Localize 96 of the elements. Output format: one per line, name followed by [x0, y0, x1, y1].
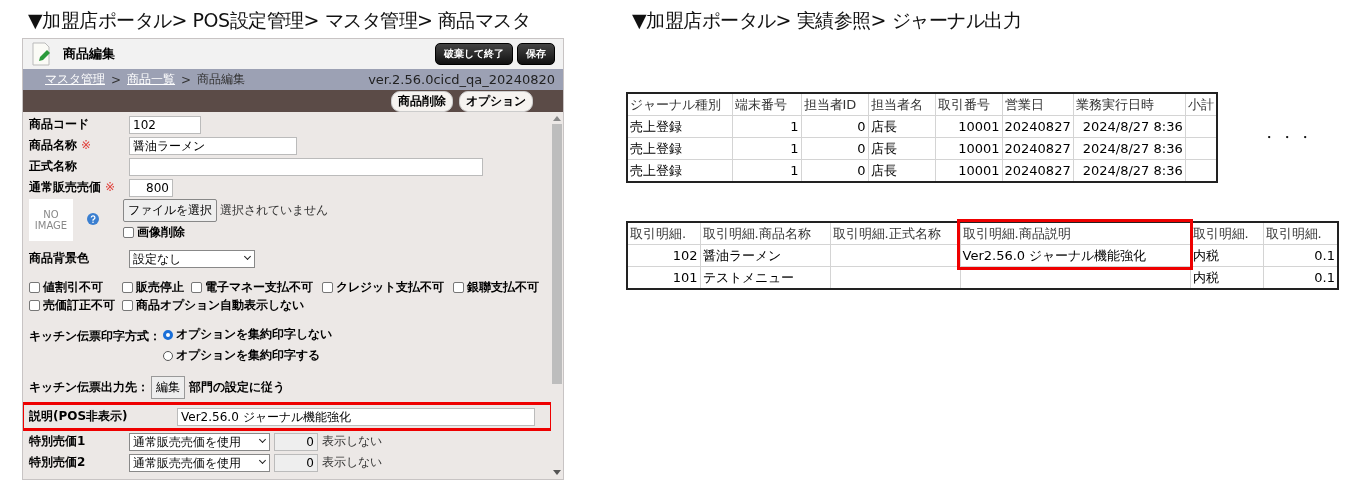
- checkbox[interactable]: [29, 300, 40, 311]
- table-cell: 店長: [868, 137, 935, 160]
- table-cell: 売上登録: [627, 159, 732, 182]
- checkbox[interactable]: [191, 282, 202, 293]
- checkbox-label: 値割引不可: [43, 279, 103, 296]
- column-header: 取引明細.: [1190, 222, 1263, 245]
- toolbar-button[interactable]: 商品削除: [391, 90, 453, 112]
- radio-button[interactable]: [163, 350, 173, 361]
- field-label: 商品コード: [29, 116, 90, 133]
- radio-button[interactable]: [163, 329, 173, 340]
- input-field[interactable]: Ver2.56.0 ジャーナル機能強化: [177, 407, 535, 426]
- checkbox-label: 銀聯支払不可: [467, 279, 539, 296]
- table-cell: 2024/8/27 8:36: [1073, 137, 1186, 160]
- column-header: 取引明細.商品名称: [700, 222, 830, 245]
- field-label: キッチン伝票出力先：: [29, 379, 150, 396]
- checkbox[interactable]: [122, 300, 133, 311]
- field-label: 商品背景色: [29, 250, 90, 267]
- table-cell: 10001: [935, 137, 1002, 160]
- column-header: 取引明細.: [627, 222, 700, 245]
- edit-button[interactable]: 編集: [151, 376, 185, 399]
- breadcrumb-separator: >: [111, 72, 122, 87]
- section-caption: ▼加盟店ポータル> 実績参照> ジャーナル出力: [631, 8, 1023, 33]
- column-header: 担当者ID: [801, 93, 868, 116]
- dropdown[interactable]: 設定なし: [129, 249, 255, 268]
- column-header: 担当者名: [868, 93, 935, 116]
- field-label: 特別売価1: [29, 433, 87, 450]
- table-cell: 内税: [1190, 244, 1263, 267]
- field-label: 商品名称 ※: [29, 137, 93, 154]
- column-header: ジャーナル種別: [627, 93, 732, 116]
- breadcrumb-separator: >: [181, 72, 192, 87]
- checkbox-label: 商品オプション自動表示しない: [136, 297, 304, 314]
- table-cell: 10001: [935, 115, 1002, 138]
- table-cell: 醤油ラーメン: [700, 244, 830, 267]
- column-header: 端末番号: [732, 93, 801, 116]
- continuation-dots: ・・・: [1262, 128, 1317, 147]
- input-field[interactable]: 醤油ラーメン: [129, 136, 297, 155]
- radio-label: オプションを集約印字する: [176, 347, 320, 364]
- table-cell: 20240827: [1002, 115, 1074, 138]
- table-cell: 20240827: [1002, 137, 1074, 160]
- radio-label: オプションを集約印字しない: [176, 326, 332, 343]
- dropdown[interactable]: 通常販売売価を使用: [129, 432, 270, 451]
- required-mark: ※: [81, 138, 92, 152]
- table-cell: 0: [801, 115, 868, 138]
- window-title: 商品編集: [63, 45, 115, 63]
- table-cell: 102: [627, 244, 700, 267]
- table-cell: 店長: [868, 159, 935, 182]
- header-button[interactable]: 破棄して終了: [435, 43, 513, 65]
- display-note: 表示しない: [322, 433, 382, 450]
- no-image-text: NO IMAGE: [33, 209, 69, 231]
- table-cell: 20240827: [1002, 159, 1074, 182]
- checkbox-label: 画像削除: [137, 224, 185, 241]
- input-field[interactable]: 800: [129, 178, 173, 197]
- breadcrumb-current: 商品編集: [197, 71, 246, 88]
- amount-field[interactable]: 0: [274, 453, 318, 472]
- checkbox[interactable]: [453, 282, 464, 293]
- checkbox-label: 売価訂正不可: [43, 297, 115, 314]
- column-header: 取引番号: [935, 93, 1002, 116]
- column-header: 営業日: [1002, 93, 1074, 116]
- checkbox-label: クレジット支払不可: [336, 279, 444, 296]
- file-status-text: 選択されていません: [220, 202, 328, 219]
- checkbox[interactable]: [122, 282, 133, 293]
- checkbox[interactable]: [322, 282, 333, 293]
- table-cell: 売上登録: [627, 137, 732, 160]
- checkbox-label: 販売停止: [136, 279, 184, 296]
- table-cell: 0: [801, 137, 868, 160]
- file-select-button[interactable]: ファイルを選択: [123, 199, 217, 222]
- toolbar-button[interactable]: オプション: [459, 90, 533, 112]
- table-cell: 1: [732, 137, 801, 160]
- field-label: 通常販売売価 ※: [29, 179, 117, 196]
- input-field[interactable]: 102: [129, 115, 201, 134]
- field-label: 正式名称: [29, 158, 78, 175]
- table-cell: 店長: [868, 115, 935, 138]
- table-cell: 1: [732, 115, 801, 138]
- checkbox[interactable]: [123, 227, 134, 238]
- checkbox-label: 電子マネー支払不可: [205, 279, 313, 296]
- scroll-thumb[interactable]: [552, 124, 562, 384]
- setting-note: 部門の設定に従う: [189, 379, 285, 396]
- display-note: 表示しない: [322, 454, 382, 471]
- help-icon: [87, 213, 99, 225]
- amount-field[interactable]: 0: [274, 432, 318, 451]
- section-caption: ▼加盟店ポータル> POS設定管理> マスタ管理> 商品マスタ: [27, 8, 532, 33]
- required-mark: ※: [105, 180, 116, 194]
- scroll-down-icon: [553, 470, 561, 475]
- table-cell: 売上登録: [627, 115, 732, 138]
- field-label: キッチン伝票印字方式：: [29, 328, 162, 345]
- header-button[interactable]: 保存: [517, 43, 555, 65]
- field-label: 特別売価2: [29, 454, 87, 471]
- table-cell: 2024/8/27 8:36: [1073, 115, 1186, 138]
- edit-document-icon: [31, 42, 53, 66]
- field-label: 説明(POS非表示): [29, 408, 129, 425]
- dropdown[interactable]: 通常販売売価を使用: [129, 453, 270, 472]
- checkbox[interactable]: [29, 282, 40, 293]
- column-header: 業務実行日時: [1073, 93, 1186, 116]
- input-field[interactable]: [129, 157, 483, 176]
- column-header: 取引明細.正式名称: [830, 222, 960, 245]
- version-label: ver.2.56.0cicd_qa_20240820: [368, 72, 555, 87]
